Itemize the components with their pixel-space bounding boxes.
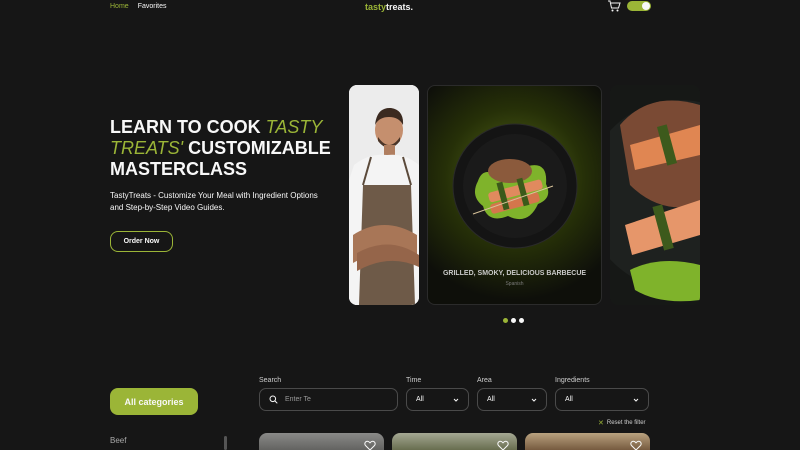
hero-description: TastyTreats - Customize Your Meal with I… (110, 191, 318, 212)
search-placeholder: Enter Te (285, 396, 311, 403)
recipe-card[interactable] (392, 433, 517, 450)
reset-filter-label: Reset the filter (606, 420, 646, 426)
ingredients-select[interactable]: All (555, 388, 649, 411)
reset-filter-button[interactable]: ✕ Reset the filter (598, 419, 646, 427)
nav-favorites-link[interactable]: Favorites (138, 3, 167, 10)
logo[interactable]: tastytreats. (365, 2, 413, 12)
slider-dots (503, 318, 524, 323)
nav-home-link[interactable]: Home (110, 3, 129, 10)
search-icon (269, 395, 278, 404)
category-item-beef[interactable]: Beef (110, 436, 126, 445)
close-icon: ✕ (598, 420, 604, 427)
logo-accent: treats. (386, 2, 414, 12)
heart-icon[interactable] (364, 440, 376, 450)
chef-card[interactable] (349, 85, 419, 305)
hero-title-part1: LEARN TO COOK (110, 117, 266, 137)
chevron-down-icon (633, 398, 639, 402)
logo-main: tasty (365, 2, 387, 12)
food-card[interactable] (610, 85, 700, 305)
ingredients-label: Ingredients (555, 377, 590, 384)
all-categories-button[interactable]: All categories (110, 388, 198, 415)
main-nav: Home Favorites (110, 3, 166, 10)
food-image (610, 85, 700, 305)
slide-subcaption: Spanish (505, 281, 524, 287)
time-select-value: All (416, 396, 424, 403)
time-select[interactable]: All (406, 388, 469, 411)
slider-dot-3[interactable] (519, 318, 524, 323)
slide-caption: GRILLED, SMOKY, DELICIOUS BARBECUE (442, 270, 587, 277)
recipe-card[interactable] (259, 433, 384, 450)
chef-image (349, 85, 419, 305)
search-label: Search (259, 377, 282, 384)
ingredients-select-value: All (565, 396, 573, 403)
recipe-card[interactable] (525, 433, 650, 450)
area-select-value: All (487, 396, 495, 403)
slider-dot-1[interactable] (503, 318, 508, 323)
theme-toggle[interactable] (627, 1, 651, 11)
area-select[interactable]: All (477, 388, 547, 411)
chevron-down-icon (453, 398, 459, 402)
chevron-down-icon (531, 398, 537, 402)
area-label: Area (477, 377, 492, 384)
search-input[interactable]: Enter Te (259, 388, 398, 411)
toggle-knob (642, 2, 650, 10)
time-label: Time (406, 377, 422, 384)
cart-icon[interactable] (607, 0, 621, 12)
categories-scrollbar[interactable] (224, 436, 227, 450)
dish-card[interactable]: GRILLED, SMOKY, DELICIOUS BARBECUE Spani… (427, 85, 602, 305)
slider-dot-2[interactable] (511, 318, 516, 323)
heart-icon[interactable] (630, 440, 642, 450)
order-now-button[interactable]: Order Now (110, 231, 173, 252)
hero-title: LEARN TO COOK TASTY TREATS' CUSTOMIZABLE… (110, 117, 350, 180)
heart-icon[interactable] (497, 440, 509, 450)
